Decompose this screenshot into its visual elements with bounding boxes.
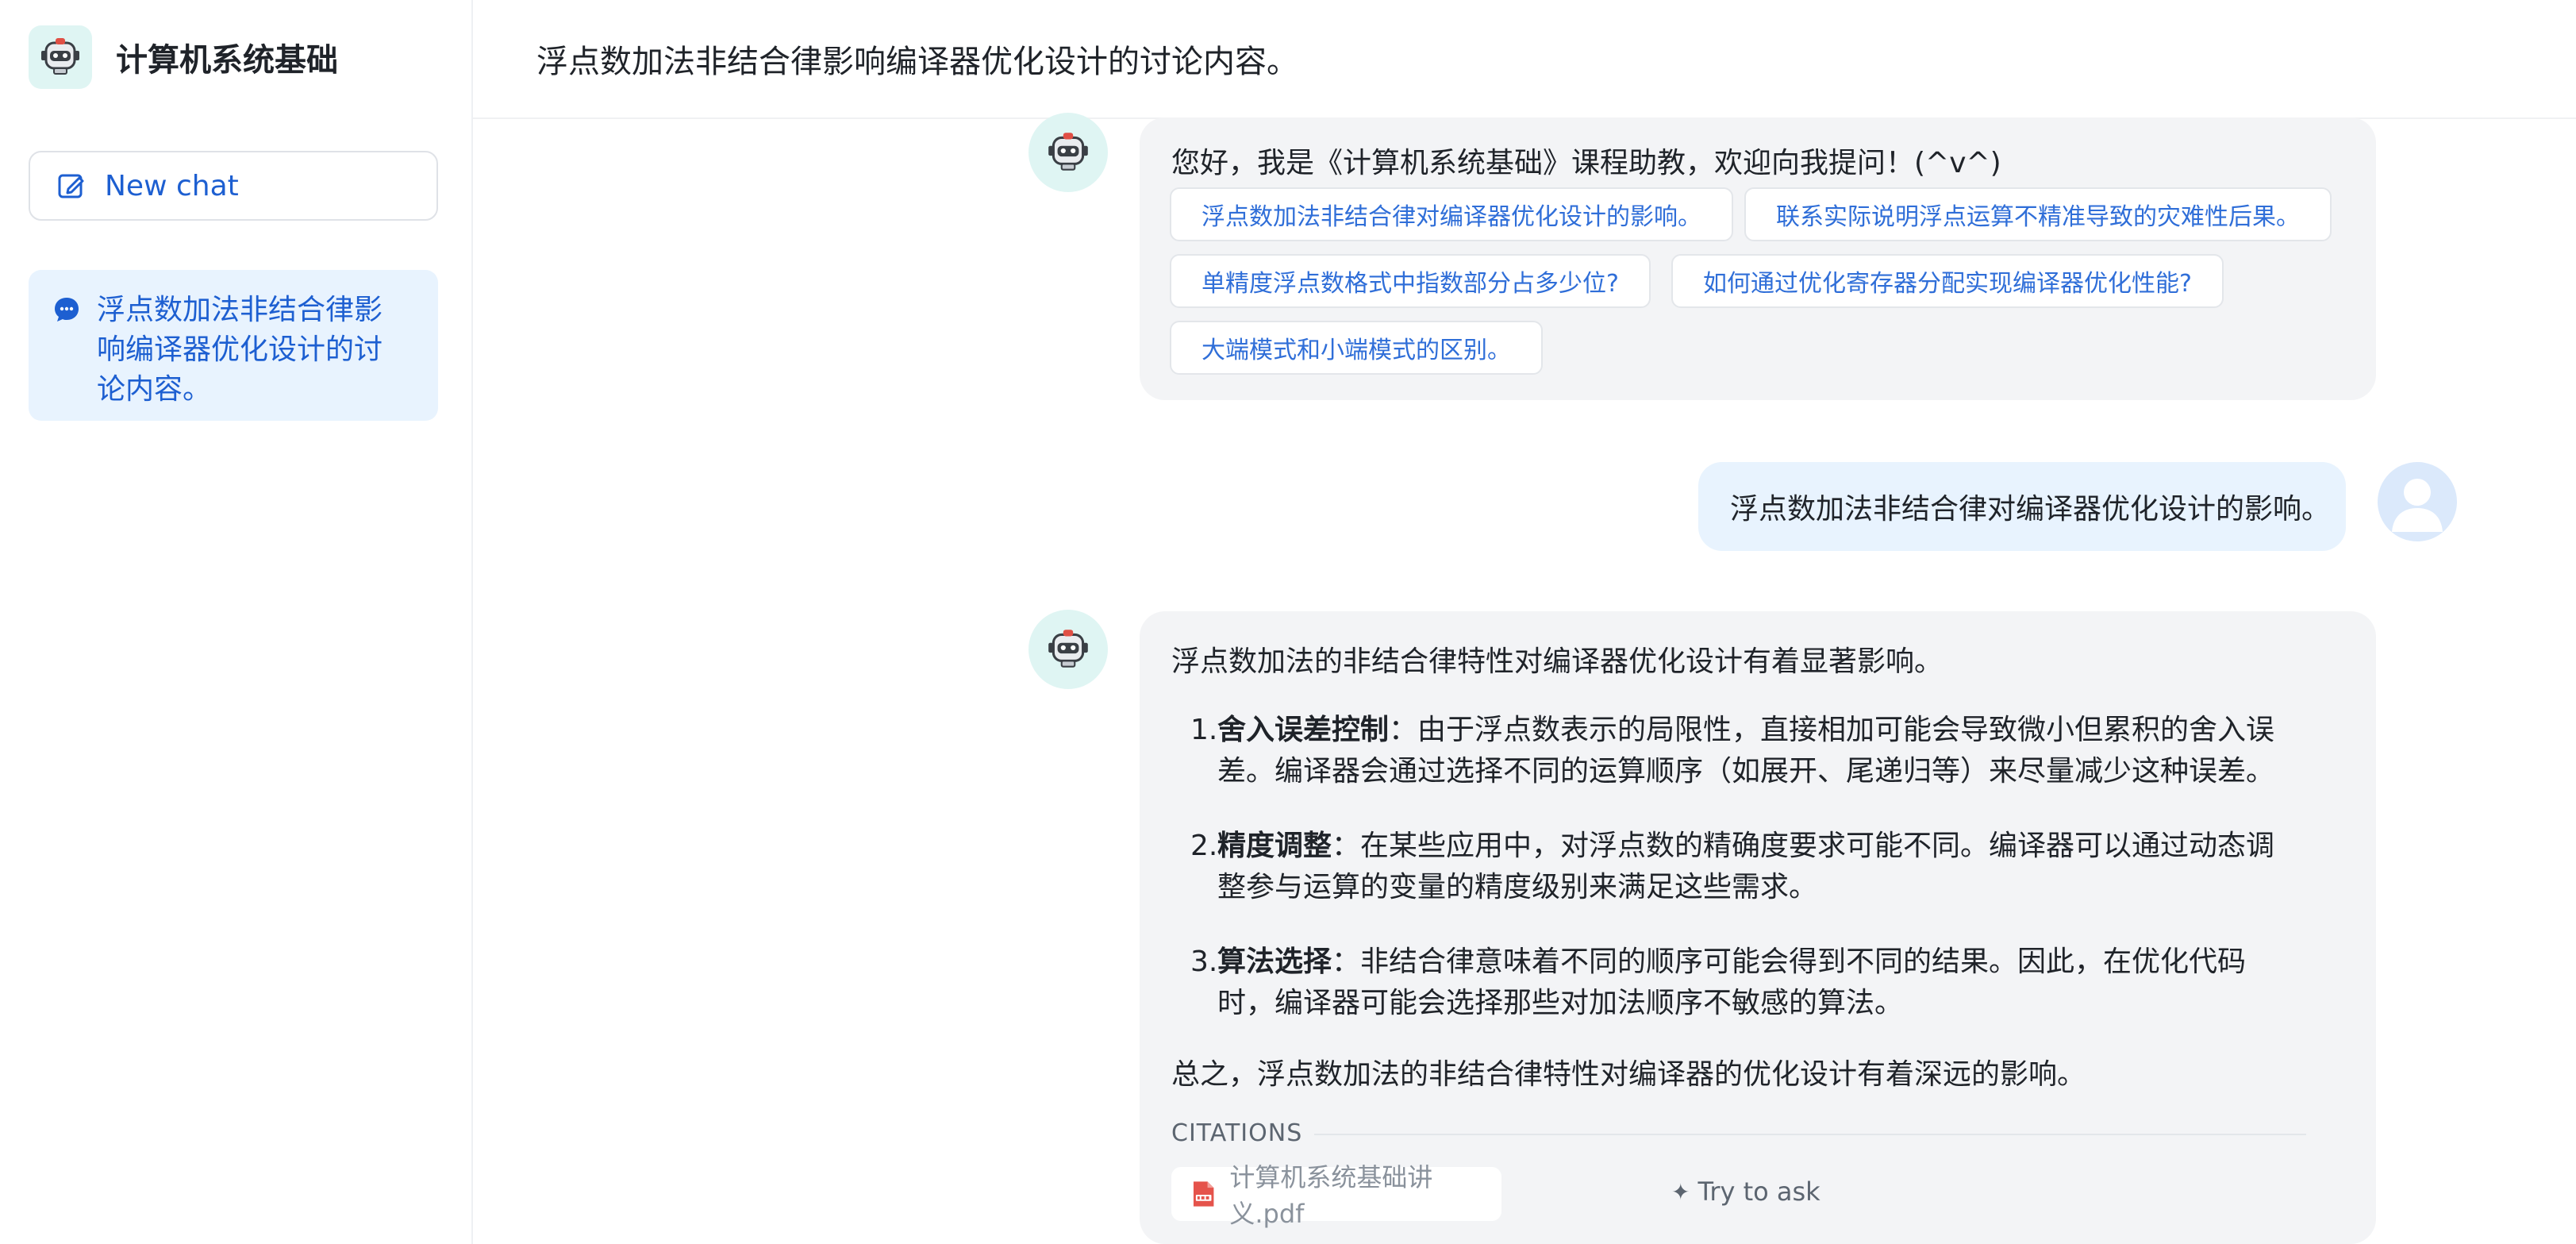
robot-icon [29,25,92,89]
list-item: 2. 精度调整：在某些应用中，对浮点数的精确度要求可能不同。编译器可以通过动态调… [1190,826,2301,908]
list-number: 2. [1190,830,1218,862]
user-avatar [2378,462,2457,541]
list-item: 3. 算法选择：非结合律意味着不同的顺序可能会得到不同的结果。因此，在优化代码时… [1190,942,2301,1024]
suggestion-chip[interactable]: 联系实际说明浮点运算不精准导致的灾难性后果。 [1744,187,2332,241]
assistant-avatar [1028,113,1108,192]
answer-bubble: 浮点数加法的非结合律特性对编译器优化设计有着显著影响。 1. 舍入误差控制：由于… [1140,611,2376,1244]
chat-title: 浮点数加法非结合律影响编译器优化设计的讨论内容。 [536,44,1298,80]
app-title: 计算机系统基础 [116,42,338,79]
list-item-title: 精度调整 [1217,830,1332,862]
greeting-text: 您好，我是《计算机系统基础》课程助教，欢迎向我提问！(^v^) [1171,147,2001,179]
suggestion-chip[interactable]: 单精度浮点数格式中指数部分占多少位? [1170,254,1651,308]
assistant-avatar [1028,610,1108,689]
citations-divider [1314,1134,2306,1135]
brand: 计算机系统基础 [29,25,338,89]
sidebar: 计算机系统基础 New chat 浮点数加法非结合律影响编译器优化设计的讨论内容… [0,0,473,1244]
citations-label: CITATIONS [1171,1119,1303,1147]
list-item-text: ：非结合律意味着不同的顺序可能会得到不同的结果。因此，在优化代码时，编译器可能会… [1217,946,2247,1019]
chat-bubble-icon [55,298,79,322]
robot-icon [1048,133,1088,171]
chat-header: 浮点数加法非结合律影响编译器优化设计的讨论内容。 [473,0,2576,119]
list-item-title: 算法选择 [1217,946,1332,978]
greeting-bubble: 您好，我是《计算机系统基础》课程助教，欢迎向我提问！(^v^) 浮点数加法非结合… [1140,117,2376,400]
new-chat-label: New chat [105,169,239,202]
suggestion-chip[interactable]: 大端模式和小端模式的区别。 [1170,321,1543,375]
list-item-text: ：在某些应用中，对浮点数的精确度要求可能不同。编译器可以通过动态调整参与运算的变… [1217,830,2275,903]
sparkle-icon: ✦ [1671,1178,1690,1205]
list-number: 1. [1190,714,1218,746]
new-chat-button[interactable]: New chat [29,151,438,221]
list-item: 1. 舍入误差控制：由于浮点数表示的局限性，直接相加可能会导致微小但累积的舍入误… [1190,710,2301,792]
answer-list: 1. 舍入误差控制：由于浮点数表示的局限性，直接相加可能会导致微小但累积的舍入误… [1190,710,2301,1057]
user-icon [2392,479,2443,532]
list-item-title: 舍入误差控制 [1217,714,1390,746]
conversation-label: 浮点数加法非结合律影响编译器优化设计的讨论内容。 [97,294,383,406]
edit-icon [58,174,84,198]
citation-file-name: 计算机系统基础讲义.pdf [1229,1162,1433,1229]
try-to-ask-label: Try to ask [1697,1177,1821,1207]
answer-intro: 浮点数加法的非结合律特性对编译器优化设计有着显著影响。 [1171,645,1944,678]
suggestion-chip[interactable]: 浮点数加法非结合律对编译器优化设计的影响。 [1170,187,1733,241]
try-to-ask-button[interactable]: ✦ Try to ask [1671,1177,1821,1207]
suggestion-chip[interactable]: 如何通过优化寄存器分配实现编译器优化性能? [1671,254,2224,308]
answer-summary: 总之，浮点数加法的非结合律特性对编译器的优化设计有着深远的影响。 [1171,1058,2086,1091]
robot-icon [1048,630,1088,668]
list-number: 3. [1190,946,1218,978]
user-message-bubble: 浮点数加法非结合律对编译器优化设计的影响。 [1698,462,2346,551]
user-message-text: 浮点数加法非结合律对编译器优化设计的影响。 [1730,493,2331,526]
citation-file-chip[interactable]: 计算机系统基础讲义.pdf [1171,1162,1501,1229]
pdf-icon [1193,1181,1214,1207]
sidebar-conversation-item[interactable]: 浮点数加法非结合律影响编译器优化设计的讨论内容。 [29,270,438,421]
